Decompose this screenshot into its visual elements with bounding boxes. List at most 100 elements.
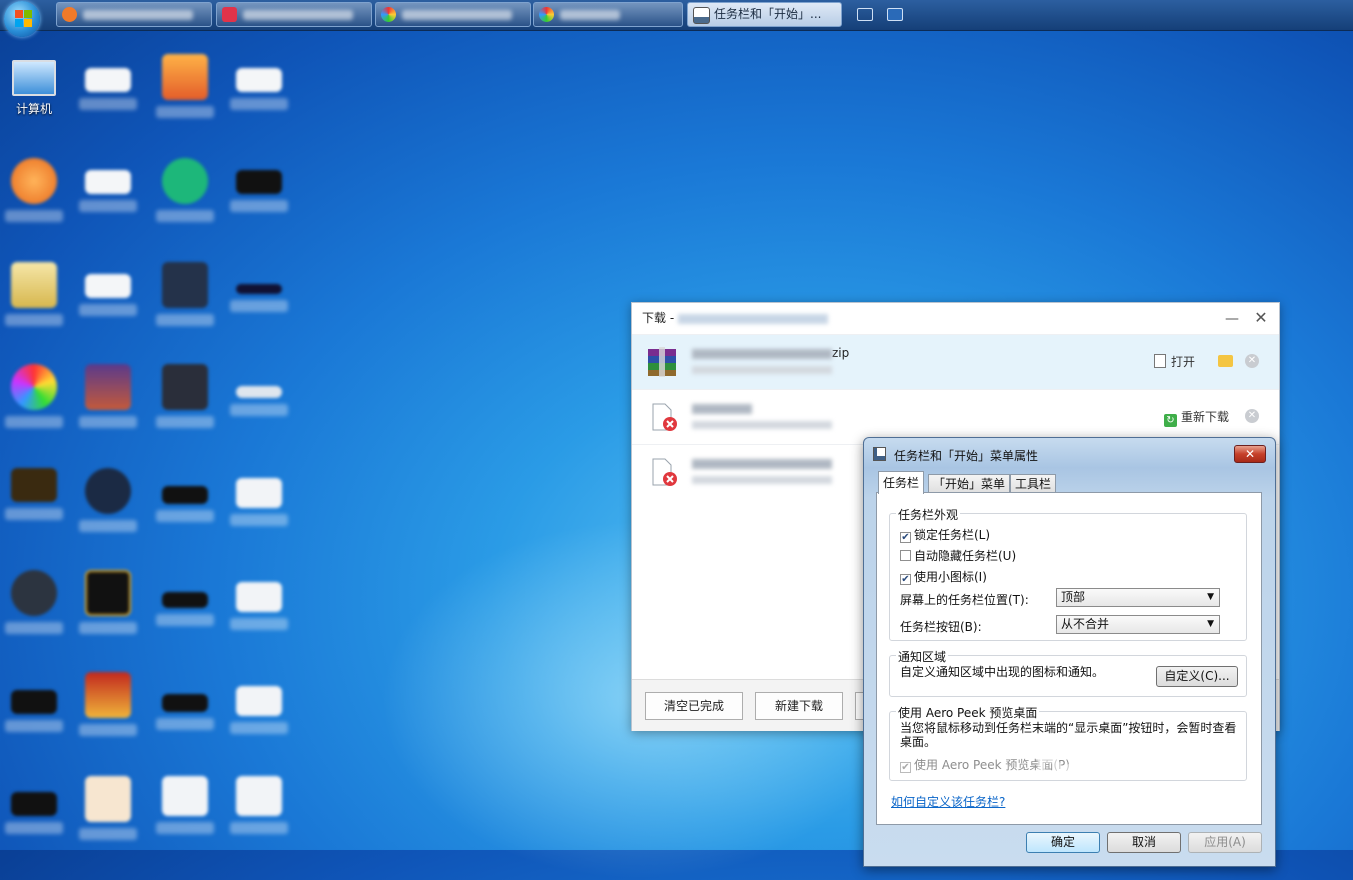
- remove-item-icon[interactable]: ✕: [1245, 354, 1259, 368]
- position-label: 屏幕上的任务栏位置(T):: [900, 593, 1029, 607]
- blurred-label: [230, 822, 288, 834]
- desktop-icon[interactable]: [76, 68, 140, 110]
- desktop-icon[interactable]: [76, 170, 140, 212]
- keyboard-icon[interactable]: [857, 8, 873, 21]
- customize-button[interactable]: 自定义(C)...: [1156, 666, 1238, 687]
- download-file-name: [692, 401, 752, 415]
- file-icon: [236, 582, 282, 612]
- retry-download-action[interactable]: ↻ 重新下载: [1163, 408, 1229, 427]
- file-icon: [162, 776, 208, 816]
- desktop-icon[interactable]: [76, 570, 140, 634]
- lock-taskbar-checkbox[interactable]: ✔ 锁定任务栏(L): [900, 526, 990, 543]
- app-icon: [85, 364, 131, 410]
- blurred-label: [5, 210, 63, 222]
- desktop-icon[interactable]: [2, 570, 66, 634]
- minimize-button[interactable]: —: [1225, 311, 1239, 327]
- new-download-button[interactable]: 新建下载: [755, 692, 843, 720]
- desktop-icon[interactable]: [2, 364, 66, 428]
- file-icon: [85, 170, 131, 194]
- notification-group-title: 通知区域: [896, 648, 949, 665]
- customize-help-link[interactable]: 如何自定义该任务栏?: [891, 793, 1005, 810]
- position-select-value: 顶部: [1061, 590, 1086, 604]
- desktop-icon[interactable]: [76, 274, 140, 316]
- steam-icon: [85, 468, 131, 514]
- start-button[interactable]: [4, 1, 40, 37]
- app-icon: [222, 7, 237, 22]
- desktop-icon[interactable]: [153, 694, 217, 730]
- desktop-icon[interactable]: [76, 672, 140, 736]
- tab-start-menu[interactable]: 「开始」菜单: [928, 474, 1011, 494]
- taskbar-button[interactable]: [56, 2, 212, 27]
- desktop-icon[interactable]: [227, 686, 291, 734]
- desktop-icon[interactable]: [2, 262, 66, 326]
- taskbar-button[interactable]: [375, 2, 531, 27]
- watermark-url: jingyan.baidu.com: [1042, 788, 1227, 812]
- appearance-group: 任务栏外观 ✔ 锁定任务栏(L) 自动隐藏任务栏(U) ✔ 使用小图标(I) 屏幕上…: [889, 506, 1247, 641]
- desktop-icon[interactable]: [227, 776, 291, 834]
- download-file-meta: [692, 476, 832, 484]
- taskbar-button[interactable]: [533, 2, 683, 27]
- download-window-title: 下载 -: [632, 303, 1279, 334]
- blurred-label: [79, 828, 137, 840]
- blurred-label: [230, 514, 288, 526]
- tab-taskbar[interactable]: 任务栏: [878, 471, 925, 494]
- desktop-icon[interactable]: [76, 364, 140, 428]
- download-item[interactable]: ↻ 重新下载 ✕: [632, 389, 1279, 444]
- buttons-select[interactable]: 从不合并 ▼: [1056, 615, 1220, 634]
- desktop-icon[interactable]: [76, 776, 140, 840]
- tab-toolbars[interactable]: 工具栏: [1010, 474, 1057, 494]
- position-select[interactable]: 顶部 ▼: [1056, 588, 1220, 607]
- desktop-icon[interactable]: [227, 386, 291, 416]
- desktop-icon-computer[interactable]: 计算机: [2, 56, 66, 117]
- blurred-title: [678, 313, 829, 324]
- desktop-icon[interactable]: [227, 170, 291, 212]
- blurred-label: [79, 622, 137, 634]
- blurred-label: [230, 200, 288, 212]
- desktop-icon[interactable]: [153, 486, 217, 522]
- file-icon: [236, 478, 282, 508]
- blurred-label: [156, 510, 214, 522]
- close-button[interactable]: ✕: [1253, 308, 1269, 327]
- retry-label: 重新下载: [1180, 410, 1229, 424]
- open-folder-icon[interactable]: [1218, 355, 1233, 367]
- clear-completed-button[interactable]: 清空已完成: [645, 692, 743, 720]
- file-icon: [11, 690, 57, 714]
- taskbar-button[interactable]: [216, 2, 372, 27]
- desktop-icon[interactable]: [227, 582, 291, 630]
- download-item[interactable]: zip 打开 ✕: [632, 334, 1279, 389]
- dialog-close-button[interactable]: ✕: [1234, 445, 1266, 463]
- file-icon: [236, 386, 282, 398]
- open-label: 打开: [1170, 355, 1195, 369]
- desktop-icon[interactable]: [2, 792, 66, 834]
- taskbar-button-properties[interactable]: 任务栏和「开始」...: [687, 2, 842, 27]
- blurred-label: [156, 314, 214, 326]
- desktop-icon[interactable]: [153, 54, 217, 118]
- file-icon: [236, 284, 282, 294]
- desktop-icon[interactable]: [2, 158, 66, 222]
- show-desktop-icon[interactable]: [887, 8, 903, 21]
- small-icons-checkbox[interactable]: ✔ 使用小图标(I): [900, 568, 987, 585]
- desktop-icon[interactable]: [153, 262, 217, 326]
- auto-hide-checkbox[interactable]: 自动隐藏任务栏(U): [900, 547, 1016, 564]
- desktop-icon[interactable]: [2, 690, 66, 732]
- desktop-icon[interactable]: [153, 776, 217, 834]
- desktop-icon[interactable]: [153, 592, 217, 626]
- blurred-label: [5, 508, 63, 520]
- download-file-meta: [692, 366, 832, 374]
- desktop-icon[interactable]: [227, 478, 291, 526]
- remove-item-icon[interactable]: ✕: [1245, 409, 1259, 423]
- app-icon: [162, 364, 208, 410]
- desktop-icon[interactable]: [2, 468, 66, 520]
- app-icon: [11, 364, 57, 410]
- desktop-icon[interactable]: [227, 284, 291, 312]
- dialog-title: 任务栏和「开始」菜单属性: [894, 449, 1039, 463]
- blurred-label: [5, 416, 63, 428]
- desktop-icon[interactable]: [227, 68, 291, 110]
- desktop-icon[interactable]: [153, 364, 217, 428]
- desktop-icon[interactable]: [76, 468, 140, 532]
- open-file-action[interactable]: 打开: [1153, 353, 1195, 370]
- desktop-icon[interactable]: [153, 158, 217, 222]
- file-icon: [162, 486, 208, 504]
- blurred-file-name: [692, 403, 752, 414]
- app-icon: [85, 672, 131, 718]
